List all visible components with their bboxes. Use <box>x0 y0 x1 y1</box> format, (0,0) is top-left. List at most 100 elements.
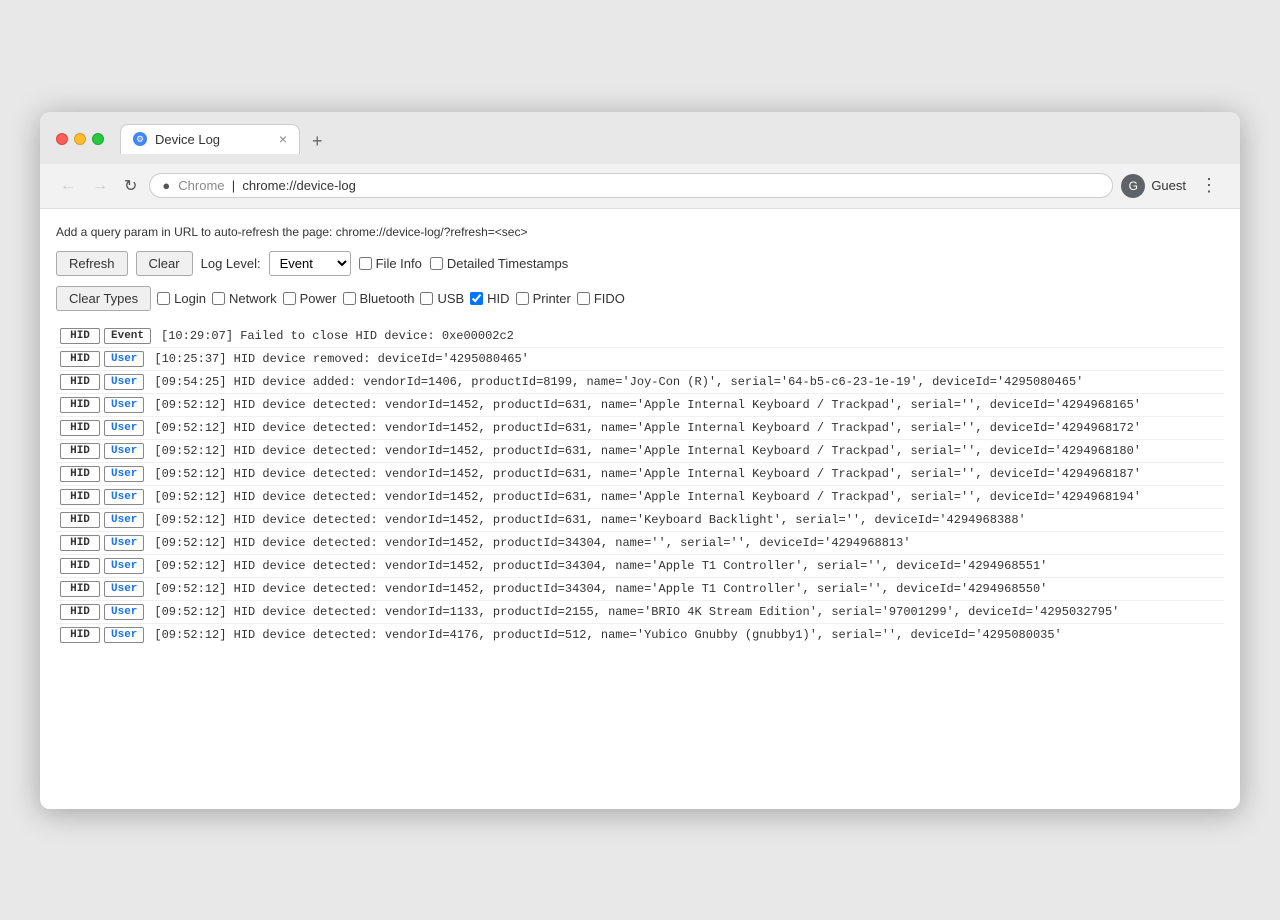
usb-checkbox-label[interactable]: USB <box>420 291 464 306</box>
detailed-timestamps-checkbox-label[interactable]: Detailed Timestamps <box>430 256 568 271</box>
log-row: HID User [10:25:37] HID device removed: … <box>56 348 1224 371</box>
url-lock-icon: ● <box>162 178 170 193</box>
login-label: Login <box>174 291 206 306</box>
log-level-badge: User <box>104 351 144 367</box>
detailed-timestamps-label: Detailed Timestamps <box>447 256 568 271</box>
log-type-badge: HID <box>60 374 100 390</box>
bluetooth-label: Bluetooth <box>360 291 415 306</box>
tab-bar: ⚙ Device Log × + <box>120 124 331 154</box>
usb-checkbox[interactable] <box>420 292 433 305</box>
title-bar: ⚙ Device Log × + <box>40 112 1240 164</box>
log-level-badge: User <box>104 627 144 643</box>
network-checkbox[interactable] <box>212 292 225 305</box>
network-label: Network <box>229 291 277 306</box>
log-type-badge: HID <box>60 397 100 413</box>
log-message: [09:52:12] HID device detected: vendorId… <box>148 603 1220 621</box>
clear-types-button[interactable]: Clear Types <box>56 286 151 311</box>
log-level-badge: User <box>104 604 144 620</box>
log-message: [09:52:12] HID device detected: vendorId… <box>148 511 1220 529</box>
minimize-window-button[interactable] <box>74 133 86 145</box>
log-type-badge: HID <box>60 328 100 344</box>
log-level-badge: User <box>104 466 144 482</box>
traffic-lights <box>56 133 104 145</box>
log-message: [09:52:12] HID device detected: vendorId… <box>148 396 1220 414</box>
bluetooth-checkbox[interactable] <box>343 292 356 305</box>
info-bar: Add a query param in URL to auto-refresh… <box>56 225 1224 239</box>
log-type-badge: HID <box>60 420 100 436</box>
reload-button[interactable]: ↻ <box>120 172 141 200</box>
log-type-badge: HID <box>60 466 100 482</box>
log-level-badge: User <box>104 581 144 597</box>
fido-checkbox-label[interactable]: FIDO <box>577 291 625 306</box>
log-row: HID User [09:52:12] HID device detected:… <box>56 463 1224 486</box>
nav-bar: ← → ↻ ● Chrome | chrome://device-log G G… <box>40 164 1240 209</box>
user-avatar: G <box>1121 174 1145 198</box>
bluetooth-checkbox-label[interactable]: Bluetooth <box>343 291 415 306</box>
login-checkbox-label[interactable]: Login <box>157 291 206 306</box>
log-row: HID User [09:52:12] HID device detected:… <box>56 440 1224 463</box>
log-level-badge: User <box>104 420 144 436</box>
log-row: HID User [09:52:12] HID device detected:… <box>56 417 1224 440</box>
file-info-checkbox-label[interactable]: File Info <box>359 256 422 271</box>
forward-button[interactable]: → <box>88 173 112 199</box>
refresh-button[interactable]: Refresh <box>56 251 128 276</box>
log-table: HID Event [10:29:07] Failed to close HID… <box>56 325 1224 646</box>
log-row: HID User [09:52:12] HID device detected:… <box>56 624 1224 646</box>
log-message: [09:52:12] HID device detected: vendorId… <box>148 488 1220 506</box>
log-row: HID User [09:52:12] HID device detected:… <box>56 601 1224 624</box>
tab-title: Device Log <box>155 132 220 147</box>
log-level-badge: User <box>104 443 144 459</box>
file-info-checkbox[interactable] <box>359 257 372 270</box>
url-chrome-part: Chrome <box>178 178 224 193</box>
info-text: Add a query param in URL to auto-refresh… <box>56 225 527 239</box>
clear-button[interactable]: Clear <box>136 251 193 276</box>
tab-close-button[interactable]: × <box>279 132 287 146</box>
hid-checkbox-label[interactable]: HID <box>470 291 509 306</box>
log-message: [09:52:12] HID device detected: vendorId… <box>148 419 1220 437</box>
log-row: HID Event [10:29:07] Failed to close HID… <box>56 325 1224 348</box>
log-type-badge: HID <box>60 604 100 620</box>
url-path-part: chrome://device-log <box>242 178 355 193</box>
url-bar[interactable]: ● Chrome | chrome://device-log <box>149 173 1113 198</box>
chrome-menu-button[interactable]: ⋮ <box>1194 173 1224 198</box>
log-level-select[interactable]: Event Debug Info Warning Error <box>269 251 351 276</box>
log-message: [09:52:12] HID device detected: vendorId… <box>148 580 1220 598</box>
log-type-badge: HID <box>60 351 100 367</box>
log-row: HID User [09:52:12] HID device detected:… <box>56 578 1224 601</box>
active-tab[interactable]: ⚙ Device Log × <box>120 124 300 154</box>
login-checkbox[interactable] <box>157 292 170 305</box>
detailed-timestamps-checkbox[interactable] <box>430 257 443 270</box>
back-button[interactable]: ← <box>56 173 80 199</box>
log-message: [09:54:25] HID device added: vendorId=14… <box>148 373 1220 391</box>
tab-favicon: ⚙ <box>133 132 147 146</box>
log-type-badge: HID <box>60 581 100 597</box>
power-label: Power <box>300 291 337 306</box>
new-tab-button[interactable]: + <box>304 128 331 154</box>
user-label: Guest <box>1151 178 1186 193</box>
close-window-button[interactable] <box>56 133 68 145</box>
log-type-badge: HID <box>60 627 100 643</box>
log-level-badge: Event <box>104 328 151 344</box>
power-checkbox[interactable] <box>283 292 296 305</box>
log-type-badge: HID <box>60 512 100 528</box>
printer-checkbox-label[interactable]: Printer <box>516 291 571 306</box>
log-type-badge: HID <box>60 443 100 459</box>
log-row: HID User [09:52:12] HID device detected:… <box>56 394 1224 417</box>
log-message: [09:52:12] HID device detected: vendorId… <box>148 534 1220 552</box>
log-row: HID User [09:52:12] HID device detected:… <box>56 486 1224 509</box>
fido-checkbox[interactable] <box>577 292 590 305</box>
url-separator: | <box>228 178 242 193</box>
printer-checkbox[interactable] <box>516 292 529 305</box>
hid-checkbox[interactable] <box>470 292 483 305</box>
file-info-label: File Info <box>376 256 422 271</box>
browser-window: ⚙ Device Log × + ← → ↻ ● Chrome | chrome… <box>40 112 1240 809</box>
log-message: [10:29:07] Failed to close HID device: 0… <box>155 327 1220 345</box>
log-type-badge: HID <box>60 558 100 574</box>
maximize-window-button[interactable] <box>92 133 104 145</box>
log-row: HID User [09:52:12] HID device detected:… <box>56 509 1224 532</box>
url-text: Chrome | chrome://device-log <box>178 178 356 193</box>
power-checkbox-label[interactable]: Power <box>283 291 337 306</box>
network-checkbox-label[interactable]: Network <box>212 291 277 306</box>
log-level-badge: User <box>104 397 144 413</box>
user-menu-button[interactable]: G Guest <box>1121 174 1186 198</box>
